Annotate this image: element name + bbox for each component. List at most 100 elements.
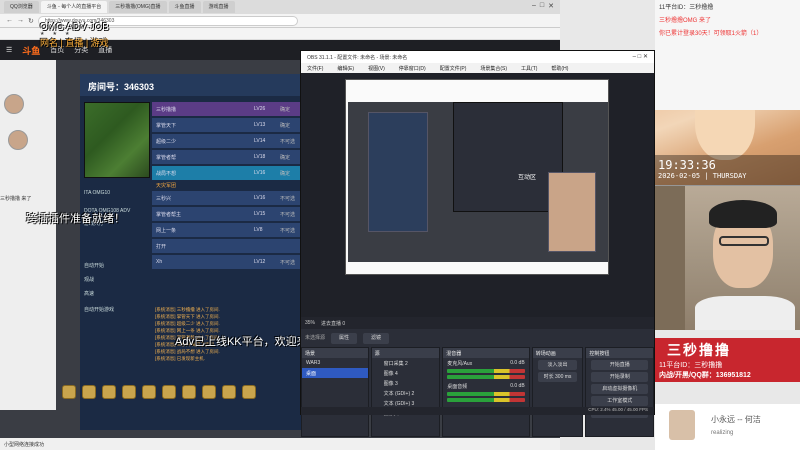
mixer-channel: 桌面音频 0.0 dB <box>443 381 528 390</box>
menu-item[interactable]: 视图(V) <box>368 65 385 73</box>
browser-tab[interactable]: 三秒撸撸(OMG)直播 <box>109 1 167 13</box>
browser-tab-active[interactable]: 斗鱼 - 每个人的直播平台 <box>40 1 108 13</box>
streamer-banner: 三秒撸撸 11平台ID：三秒撸撸 内战/开黑/QQ群：136951812 <box>655 338 800 382</box>
obs-window-title: OBS 31.1.1 - 配置文件: 未命名 - 场景: 未命名 <box>307 55 408 61</box>
map-thumbnail <box>84 102 150 178</box>
player-row[interactable]: 三秒撸撸 LV26 确定 <box>152 102 302 116</box>
menu-item[interactable]: 停靠窗口(D) <box>399 65 426 73</box>
gift-icon[interactable] <box>82 385 96 399</box>
obs-preview[interactable]: 互动区 <box>301 73 654 317</box>
game-lobby: 房间号：346303 ITA OMG10 DOTA OMG108 ADV 游戏大… <box>80 74 302 430</box>
scene-item-selected[interactable]: 桌面 <box>302 368 368 378</box>
studio-mode-button[interactable]: 工作室模式 <box>591 396 648 406</box>
player-name: 三秒兴 <box>156 195 172 202</box>
avatar[interactable] <box>4 94 24 114</box>
obs-scene-row: 35% 进去直播 0 <box>301 317 654 329</box>
scene-status: 进去直播 0 <box>321 320 346 327</box>
window-controls-icon[interactable]: – □ ✕ <box>633 53 648 60</box>
player-row[interactable]: 战局不想 LV16 确定 <box>152 166 302 180</box>
back-icon[interactable]: ← <box>6 17 13 24</box>
player-row[interactable]: Xh LV12 不可选 <box>152 255 302 269</box>
webcam-shirt <box>695 296 795 330</box>
gift-icon[interactable] <box>202 385 216 399</box>
mini-webcam <box>548 172 596 252</box>
scenes-panel: 场景 WAR3 桌面 <box>301 347 369 437</box>
volume-slider[interactable] <box>447 375 525 379</box>
close-icon[interactable]: ✕ <box>548 2 554 10</box>
chat-line: [系统消息] 超级二少 进入了房间. <box>155 321 220 326</box>
source-item[interactable]: 文本 (GDI+) 2 <box>372 388 440 398</box>
player-row[interactable]: 掌管者帮 LV18 确定 <box>152 150 302 164</box>
filters-button[interactable]: 滤镜 <box>363 333 390 344</box>
lobby-option[interactable]: 自动开始游戏 <box>84 306 154 313</box>
browser-tab[interactable]: 游戏直播 <box>202 1 235 13</box>
site-left-column <box>0 60 56 410</box>
virtual-camera-button[interactable]: 启动虚拟摄像机 <box>591 384 648 394</box>
start-streaming-button[interactable]: 开始直播 <box>591 360 648 370</box>
obs-status-bar: CPU: 2.4% 45.00 / 45.00 FPS <box>301 407 654 415</box>
player-name: 超级二少 <box>156 138 177 145</box>
gift-icon[interactable] <box>102 385 116 399</box>
minimize-icon[interactable]: – <box>532 2 536 10</box>
source-item[interactable]: 图像 4 <box>372 368 440 378</box>
lobby-option[interactable]: 高速 <box>84 290 154 297</box>
forward-icon[interactable]: → <box>17 17 24 24</box>
menu-item[interactable]: 文件(F) <box>307 65 323 73</box>
browser-tab[interactable]: QQ浏览器 <box>4 1 39 13</box>
refresh-icon[interactable]: ↻ <box>28 17 34 25</box>
transition-select[interactable]: 淡入淡出 <box>537 360 578 370</box>
menu-item[interactable]: 场景集合(S) <box>480 65 507 73</box>
chat-line: [系统消息] 战局不想 进入了房间. <box>155 349 220 354</box>
lobby-option[interactable]: 自动开始 <box>84 262 154 269</box>
mixer-channel: 麦克风/Aux 0.0 dB <box>443 358 528 367</box>
song-artist-id: realizing <box>711 430 734 436</box>
chat-join-line: 三秒撸撸 来了 <box>0 196 32 202</box>
start-recording-button[interactable]: 开始录制 <box>591 372 648 382</box>
panel-title: 混音器 <box>443 348 529 358</box>
player-row[interactable]: 掌管天下 LV13 确定 <box>152 118 302 132</box>
gift-icon[interactable] <box>62 385 76 399</box>
mixer-name: 麦克风/Aux <box>447 361 473 367</box>
browser-window-controls: – □ ✕ <box>526 0 560 12</box>
menu-item[interactable]: 配置文件(P) <box>440 65 467 73</box>
player-name: 掌管者帮 <box>156 154 177 161</box>
gift-icon[interactable] <box>162 385 176 399</box>
song-notice: 小永远 -- 何洁 realizing <box>655 404 800 450</box>
transition-duration[interactable]: 时长 300 ms <box>537 372 578 382</box>
gift-icon[interactable] <box>182 385 196 399</box>
avatar[interactable] <box>8 130 28 150</box>
player-row[interactable]: 网上一条 LV8 不可选 <box>152 223 302 237</box>
properties-button[interactable]: 属性 <box>331 333 358 344</box>
maximize-icon[interactable]: □ <box>540 2 544 10</box>
menu-icon[interactable]: ☰ <box>6 46 12 54</box>
mini-lobby <box>368 112 428 232</box>
gift-icon[interactable] <box>242 385 256 399</box>
menu-item[interactable]: 编辑(E) <box>337 65 354 73</box>
lobby-option[interactable]: 观战 <box>84 276 154 283</box>
room-number: 房间号：346303 <box>80 74 302 96</box>
obs-panels: 场景 WAR3 桌面 源 窗口采集 2 图像 4 图像 3 文本 (GDI+) … <box>301 347 654 437</box>
player-row[interactable]: 打开 <box>152 239 302 253</box>
site-logo[interactable]: 斗鱼 <box>22 44 40 57</box>
mini-label: 互动区 <box>518 175 537 181</box>
obs-menu-bar: 文件(F) 编辑(E) 视图(V) 停靠窗口(D) 配置文件(P) 场景集合(S… <box>301 63 654 73</box>
browser-status-bar: 小型网络连接成功 <box>0 438 560 450</box>
player-row[interactable]: 三秒兴 LV16 不可选 <box>152 191 302 205</box>
gift-icon[interactable] <box>142 385 156 399</box>
volume-slider[interactable] <box>447 398 525 402</box>
menu-item[interactable]: 工具(T) <box>521 65 537 73</box>
scene-item[interactable]: WAR3 <box>302 358 368 368</box>
player-status: 不可选 <box>280 227 296 234</box>
player-row[interactable]: 超级二少 LV14 不可选 <box>152 134 302 148</box>
source-item[interactable]: 图像 3 <box>372 378 440 388</box>
menu-item[interactable]: 帮助(H) <box>551 65 568 73</box>
source-item[interactable]: 窗口采集 2 <box>372 358 440 368</box>
gift-icon[interactable] <box>222 385 236 399</box>
player-status: 不可选 <box>280 211 296 218</box>
player-name: 掌管天下 <box>156 122 177 129</box>
player-row[interactable]: 掌管者帮主 LV15 不可选 <box>152 207 302 221</box>
panel-title: 控制按钮 <box>586 348 653 358</box>
browser-tab[interactable]: 斗鱼直播 <box>168 1 201 13</box>
gift-icon[interactable] <box>122 385 136 399</box>
transitions-panel: 转场动画 淡入淡出 时长 300 ms <box>531 347 584 437</box>
